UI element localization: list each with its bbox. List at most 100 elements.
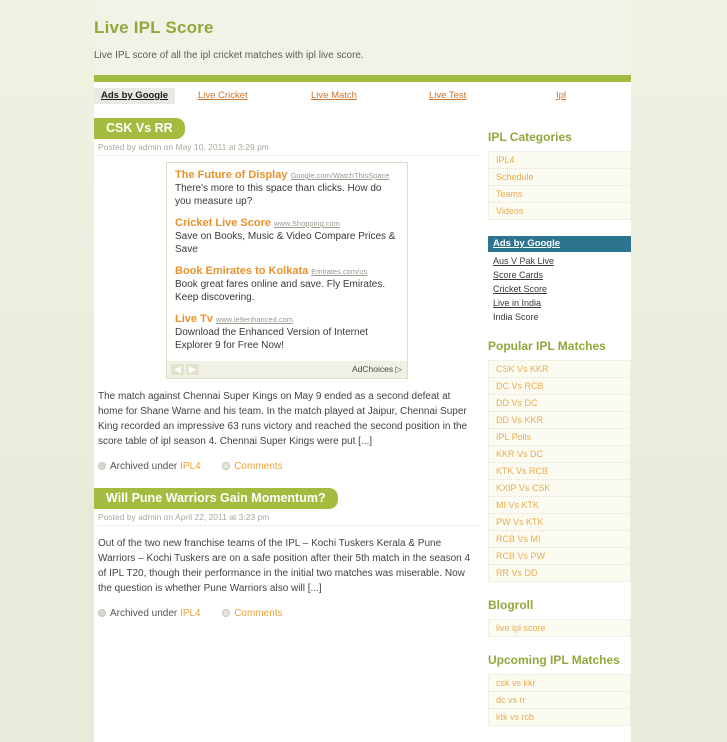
post-body: The match against Chennai Super Kings on… — [98, 391, 468, 447]
sidebar-item-dd-vs-dc[interactable]: DD Vs DC — [489, 395, 630, 411]
post-comments-link[interactable]: Comments — [234, 608, 282, 619]
top-ad-link-live-match[interactable]: Live Match — [311, 90, 357, 101]
popular-matches-list: CSK Vs KKR DC Vs RCB DD Vs DC DD Vs KKR … — [488, 360, 631, 582]
sidebar-item-videos[interactable]: Videos — [489, 203, 630, 219]
site-description: Live IPL score of all the ipl cricket ma… — [94, 50, 364, 61]
list-item: csk vs kkr — [489, 675, 630, 692]
list-item: live ipl score — [489, 620, 630, 636]
post-body: Out of the two new franchise teams of th… — [98, 538, 471, 594]
post-comments-link[interactable]: Comments — [234, 461, 282, 472]
header-green-bar — [94, 75, 631, 82]
post-footer: Archived under IPL4 Comments — [98, 608, 479, 619]
ad-title[interactable]: Cricket Live Score — [175, 217, 271, 229]
ad-url[interactable]: www.Shopping.com — [274, 219, 340, 228]
sidebar-ad-link-cricket-score[interactable]: Cricket Score — [493, 284, 547, 294]
sidebar: IPL Categories IPL4 Schedule Teams Video… — [488, 118, 631, 742]
sidebar-ad-link-live-in-india[interactable]: Live in India — [493, 298, 541, 308]
ad-title[interactable]: Live Tv — [175, 313, 213, 325]
post-title-csk-vs-rr[interactable]: CSK Vs RR — [94, 118, 185, 139]
comment-icon — [222, 609, 231, 617]
sidebar-item-dc-vs-rcb[interactable]: DC Vs RCB — [489, 378, 630, 394]
ad-unit[interactable]: Live Tv www.ie9enhanced.com Download the … — [175, 313, 399, 352]
sidebar-ads-by-google-label[interactable]: Ads by Google — [488, 236, 631, 252]
post-category-link[interactable]: IPL4 — [180, 608, 201, 619]
post-title-will-pune-warriors-gain-momentum[interactable]: Will Pune Warriors Gain Momentum? — [94, 488, 338, 509]
top-ad-link-ipl[interactable]: Ipl — [556, 90, 566, 101]
list-item: Aus V Pak Live — [493, 255, 631, 267]
sidebar-item-ipl4[interactable]: IPL4 — [489, 152, 630, 168]
archived-label: Archived under — [110, 461, 178, 472]
inline-google-ad-box: The Future of Display Google.com/WatchThi… — [166, 162, 408, 379]
ad-pager[interactable]: ◀ ▶ — [171, 364, 201, 375]
sidebar-heading-blogroll: Blogroll — [488, 598, 534, 612]
sidebar-item-ktk-vs-rcb[interactable]: KTK Vs RCB — [489, 463, 630, 479]
sidebar-ads-list: Aus V Pak Live Score Cards Cricket Score… — [488, 252, 631, 323]
list-item: DC Vs RCB — [489, 378, 630, 395]
next-arrow-icon[interactable]: ▶ — [185, 364, 199, 375]
sidebar-item-pw-vs-ktk[interactable]: PW Vs KTK — [489, 514, 630, 530]
page-root: Live IPL Score Live IPL score of all the… — [0, 0, 727, 742]
prev-arrow-icon[interactable]: ◀ — [171, 364, 184, 375]
sidebar-section-google-ads: Ads by Google Aus V Pak Live Score Cards… — [488, 236, 631, 323]
sidebar-item-dc-vs-rr-upcoming[interactable]: dc vs rr — [489, 692, 630, 708]
ad-url[interactable]: www.ie9enhanced.com — [216, 315, 293, 324]
sidebar-item-dd-vs-kkr[interactable]: DD Vs KKR — [489, 412, 630, 428]
list-item: KXIP Vs CSK — [489, 480, 630, 497]
list-item: India Score — [493, 311, 631, 323]
post-article: Will Pune Warriors Gain Momentum? Posted… — [94, 488, 479, 619]
top-ad-link-live-cricket[interactable]: Live Cricket — [198, 90, 248, 101]
list-item: IPL4 — [489, 152, 630, 169]
ad-description: There's more to this space than clicks. … — [175, 183, 382, 207]
sidebar-item-csk-vs-kkr-upcoming[interactable]: csk vs kkr — [489, 675, 630, 691]
list-item: CSK Vs KKR — [489, 361, 630, 378]
archived-label: Archived under — [110, 608, 178, 619]
post-meta: Posted by admin on May 10, 2011 at 3:29 … — [98, 142, 479, 156]
sidebar-item-schedule[interactable]: Schedule — [489, 169, 630, 185]
sidebar-heading-categories: IPL Categories — [488, 130, 572, 144]
sidebar-item-rr-vs-dd[interactable]: RR Vs DD — [489, 565, 630, 581]
sidebar-ad-link-score-cards[interactable]: Score Cards — [493, 270, 543, 280]
ad-box-footer: ◀ ▶ AdChoices ▷ — [167, 361, 407, 378]
content-wrapper: Live IPL Score Live IPL score of all the… — [94, 0, 631, 742]
list-item: dc vs rr — [489, 692, 630, 709]
list-item: RCB Vs PW — [489, 548, 630, 565]
sidebar-item-csk-vs-kkr[interactable]: CSK Vs KKR — [489, 361, 630, 377]
sidebar-section-categories: IPL Categories IPL4 Schedule Teams Video… — [488, 130, 631, 220]
sidebar-item-mi-vs-ktk[interactable]: MI Vs KTK — [489, 497, 630, 513]
ad-unit[interactable]: Cricket Live Score www.Shopping.com Save … — [175, 217, 399, 256]
ad-title[interactable]: Book Emirates to Kolkata — [175, 265, 308, 277]
ad-unit[interactable]: Book Emirates to Kolkata Emirates.com/us … — [175, 265, 399, 304]
comment-icon — [222, 462, 231, 470]
list-item: PW Vs KTK — [489, 514, 630, 531]
ads-by-google-label[interactable]: Ads by Google — [94, 88, 176, 104]
sidebar-section-upcoming-matches: Upcoming IPL Matches csk vs kkr dc vs rr… — [488, 653, 631, 726]
sidebar-item-live-ipl-score[interactable]: live ipl score — [489, 620, 630, 636]
ad-unit[interactable]: The Future of Display Google.com/WatchThi… — [175, 169, 399, 208]
sidebar-item-ktk-vs-rcb-upcoming[interactable]: ktk vs rcb — [489, 709, 630, 725]
site-header: Live IPL Score Live IPL score of all the… — [94, 0, 631, 75]
ad-description: Save on Books, Music & Video Compare Pri… — [175, 231, 396, 255]
ad-description: Download the Enhanced Version of Interne… — [175, 327, 368, 351]
list-item: Videos — [489, 203, 630, 219]
sidebar-item-rcb-vs-pw[interactable]: RCB Vs PW — [489, 548, 630, 564]
sidebar-section-blogroll: Blogroll live ipl score — [488, 598, 631, 637]
ad-url[interactable]: Emirates.com/us — [311, 267, 367, 276]
top-ad-link-live-test[interactable]: Live Test — [429, 90, 466, 101]
post-category-link[interactable]: IPL4 — [180, 461, 201, 472]
ad-title[interactable]: The Future of Display — [175, 169, 287, 181]
list-item: MI Vs KTK — [489, 497, 630, 514]
list-item: Score Cards — [493, 269, 631, 281]
ad-url[interactable]: Google.com/WatchThisSpace — [290, 171, 389, 180]
sidebar-item-ipl-polls[interactable]: IPL Polls — [489, 429, 630, 445]
list-item: IPL Polls — [489, 429, 630, 446]
post-footer: Archived under IPL4 Comments — [98, 461, 479, 472]
sidebar-item-teams[interactable]: Teams — [489, 186, 630, 202]
list-item: Teams — [489, 186, 630, 203]
sidebar-ad-link-aus-v-pak-live[interactable]: Aus V Pak Live — [493, 256, 554, 266]
adchoices-link[interactable]: AdChoices ▷ — [352, 364, 402, 375]
list-item: RR Vs DD — [489, 565, 630, 581]
sidebar-item-kxip-vs-csk[interactable]: KXIP Vs CSK — [489, 480, 630, 496]
blogroll-list: live ipl score — [488, 619, 631, 637]
sidebar-item-kkr-vs-dc[interactable]: KKR Vs DC — [489, 446, 630, 462]
main-content: CSK Vs RR Posted by admin on May 10, 201… — [94, 118, 479, 655]
